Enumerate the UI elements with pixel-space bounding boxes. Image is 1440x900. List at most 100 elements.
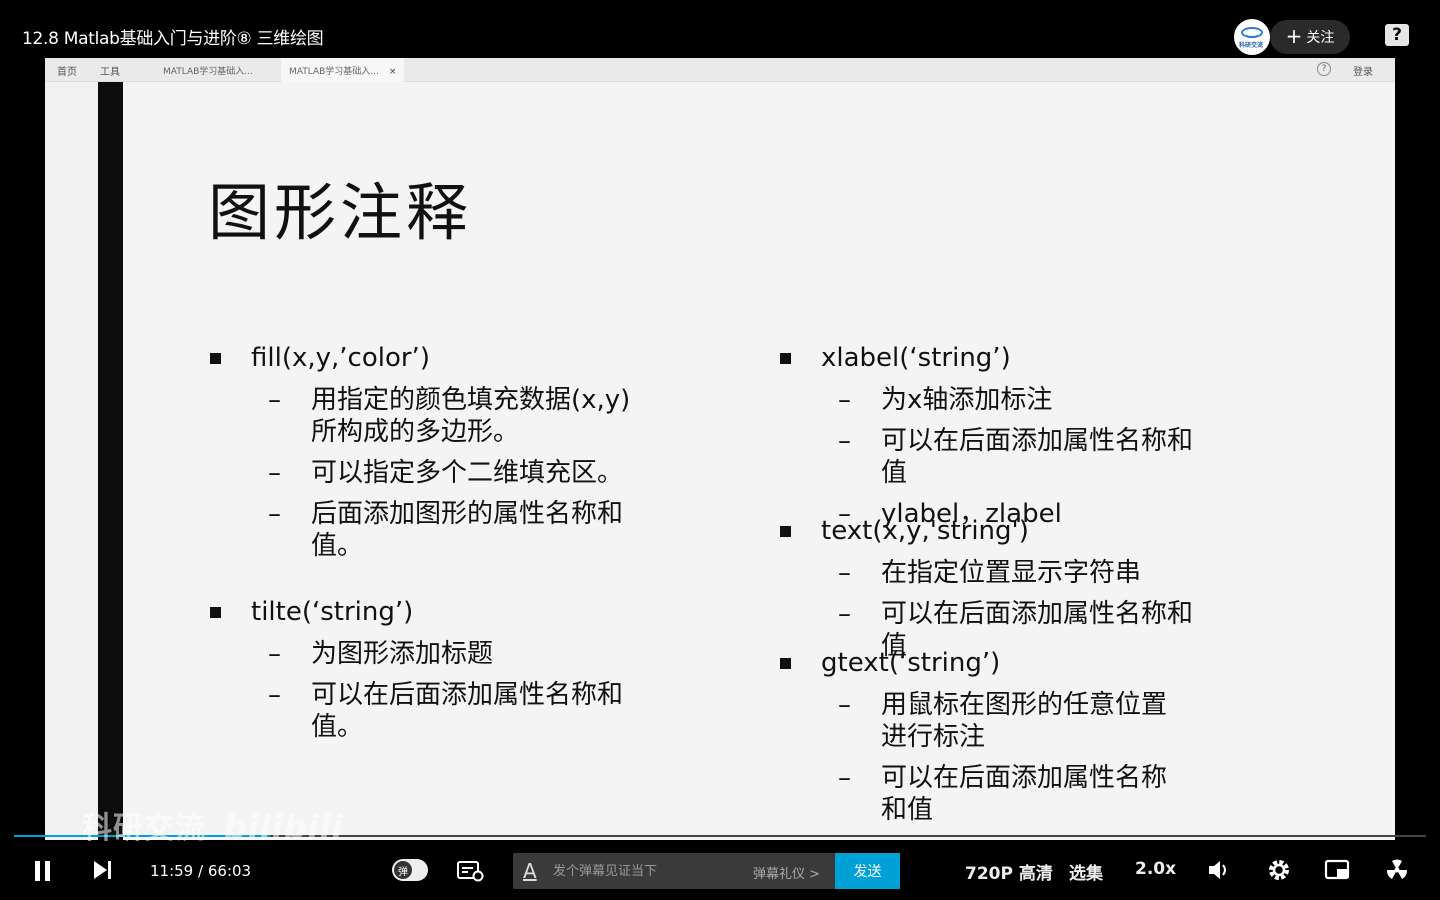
sub-item: – 为图形添加标题 xyxy=(208,638,648,670)
bullet-head-text: text(x,y,'string') xyxy=(821,516,1029,546)
bullet-head-text: fill(x,y,’color’) xyxy=(251,343,430,373)
bullet-title: tilte(‘string’) – 为图形添加标题 – 可以在后面添加属性名称和值。 xyxy=(208,595,648,743)
bullet-square-icon xyxy=(780,353,791,364)
bullet-square-icon xyxy=(210,353,221,364)
app-tab-label: MATLAB学习基础入... xyxy=(163,67,253,77)
danmaku-input[interactable] xyxy=(553,861,743,881)
follow-label: 关注 xyxy=(1306,30,1335,46)
bullet-square-icon xyxy=(780,658,791,669)
sub-item: – 可以在后面添加属性名称和值 xyxy=(778,762,1178,826)
video-title: 12.8 Matlab基础入门与进阶⑧ 三维绘图 xyxy=(22,29,324,49)
speed-selector[interactable]: 2.0x xyxy=(1135,859,1176,879)
sub-item-text: 在指定位置显示字符串 xyxy=(881,558,1142,588)
avatar-label: 科研交流 xyxy=(1239,42,1264,49)
plus-icon: + xyxy=(1285,24,1303,48)
next-icon xyxy=(94,861,111,879)
logo-ring-icon xyxy=(1241,27,1263,38)
dash-icon: – xyxy=(268,385,281,415)
dash-icon: – xyxy=(838,690,851,720)
top-bar: 12.8 Matlab基础入门与进阶⑧ 三维绘图 科研交流 + 关注 ? xyxy=(0,0,1440,58)
sub-item: – 后面添加图形的属性名称和值。 xyxy=(208,498,648,562)
current-time: 11:59 xyxy=(150,862,194,880)
dash-icon: – xyxy=(838,426,851,456)
bullet-head: fill(x,y,’color’) xyxy=(208,341,648,375)
app-toolbar-home: 首页 xyxy=(57,67,77,78)
send-button[interactable]: 发送 xyxy=(835,853,900,889)
slide-side-strip xyxy=(98,82,123,840)
bullet-text: text(x,y,'string') – 在指定位置显示字符串 – 可以在后面添加属… xyxy=(778,514,1218,662)
video-frame[interactable]: 首页 工具 MATLAB学习基础入... MATLAB学习基础入... × ? 登… xyxy=(45,58,1395,840)
sub-item: – 用指定的颜色填充数据(x,y)所构成的多边形。 xyxy=(208,384,648,448)
volume-button[interactable] xyxy=(1206,857,1232,887)
app-help-icon: ? xyxy=(1317,62,1331,76)
slide: 图形注释 fill(x,y,’color’) – 用指定的颜色填充数据(x,y)所… xyxy=(123,82,1395,840)
danmaku-etiquette-link[interactable]: 弹幕礼仪 > xyxy=(753,863,820,882)
danmaku-toggle[interactable]: 弹 xyxy=(392,859,428,881)
bullet-head-text: tilte(‘string’) xyxy=(251,597,414,627)
sub-item-text: 为x轴添加标注 xyxy=(881,385,1053,415)
sub-item: – 可以在后面添加属性名称和值 xyxy=(778,425,1218,489)
time-separator: / xyxy=(198,862,204,880)
uploader-avatar[interactable]: 科研交流 xyxy=(1234,19,1270,55)
text-style-icon[interactable]: A xyxy=(523,859,537,883)
picture-in-picture-button[interactable] xyxy=(1324,857,1352,887)
danmaku-toggle-label: 弹 xyxy=(394,861,412,879)
bullet-head: tilte(‘string’) xyxy=(208,595,648,629)
bilibili-watermark: 科研交流 bilibili xyxy=(82,803,344,847)
dash-icon: – xyxy=(268,499,281,529)
dash-icon: – xyxy=(268,680,281,710)
radiation-icon xyxy=(1386,859,1408,879)
picture-in-picture-icon xyxy=(1324,859,1350,880)
time-display: 11:59 / 66:03 xyxy=(150,862,251,880)
bullet-head: xlabel(‘string’) xyxy=(778,341,1218,375)
bullet-head-text: xlabel(‘string’) xyxy=(821,343,1011,373)
bullet-head-text: gtext(‘string’) xyxy=(821,648,1001,678)
danmaku-settings-icon xyxy=(457,861,484,882)
tab-close-icon: × xyxy=(388,67,397,77)
app-tab: MATLAB学习基础入... xyxy=(155,58,261,82)
watermark-channel: 科研交流 xyxy=(82,811,206,846)
episodes-button[interactable]: 选集 xyxy=(1069,859,1103,884)
settings-button[interactable] xyxy=(1265,856,1293,888)
fullscreen-button[interactable] xyxy=(1383,856,1411,888)
volume-icon xyxy=(1209,861,1226,879)
danmaku-settings-button[interactable] xyxy=(456,859,484,887)
bullet-head: text(x,y,'string') xyxy=(778,514,1218,548)
sub-item: – 可以指定多个二维填充区。 xyxy=(208,457,648,489)
sub-item-text: 可以指定多个二维填充区。 xyxy=(311,458,624,488)
app-tab-label: MATLAB学习基础入... xyxy=(289,67,379,77)
sub-item-text: 后面添加图形的属性名称和值。 xyxy=(311,499,624,561)
sub-item: – 可以在后面添加属性名称和值。 xyxy=(208,679,648,743)
danmaku-input-box: A 弹幕礼仪 > xyxy=(513,853,835,889)
dash-icon: – xyxy=(838,599,851,629)
watermark-brand: bilibili xyxy=(224,808,344,846)
bullet-square-icon xyxy=(210,607,221,618)
bullet-head: gtext(‘string’) xyxy=(778,646,1178,680)
bullet-xlabel: xlabel(‘string’) – 为x轴添加标注 – 可以在后面添加属性名称和值… xyxy=(778,341,1218,530)
sub-item-text: 用鼠标在图形的任意位置进行标注 xyxy=(881,690,1168,752)
app-login: 登录 xyxy=(1353,67,1373,78)
sub-item: – 用鼠标在图形的任意位置进行标注 xyxy=(778,689,1178,753)
sub-item-text: 可以在后面添加属性名称和值 xyxy=(881,763,1168,825)
duration: 66:03 xyxy=(207,862,252,880)
sub-item: – 在指定位置显示字符串 xyxy=(778,557,1218,589)
app-toolbar-tools: 工具 xyxy=(100,67,120,78)
app-tab-active: MATLAB学习基础入... × xyxy=(281,58,405,82)
dash-icon: – xyxy=(268,639,281,669)
follow-button[interactable]: + 关注 xyxy=(1270,20,1350,54)
help-icon[interactable]: ? xyxy=(1385,24,1409,46)
bullet-square-icon xyxy=(780,526,791,537)
gear-icon xyxy=(1269,860,1289,880)
dash-icon: – xyxy=(838,763,851,793)
sub-item-text: 为图形添加标题 xyxy=(311,639,494,669)
slide-title: 图形注释 xyxy=(208,176,473,249)
sub-item-text: 用指定的颜色填充数据(x,y)所构成的多边形。 xyxy=(311,385,631,447)
sub-item-text: 可以在后面添加属性名称和值。 xyxy=(311,680,624,742)
quality-selector[interactable]: 720P 高清 xyxy=(965,859,1053,884)
pause-button[interactable] xyxy=(33,859,53,887)
sub-item-text: 可以在后面添加属性名称和值 xyxy=(881,426,1194,488)
app-toolbar: 首页 工具 MATLAB学习基础入... MATLAB学习基础入... × ? 登… xyxy=(45,58,1395,82)
pause-icon xyxy=(35,861,50,881)
bullet-fill: fill(x,y,’color’) – 用指定的颜色填充数据(x,y)所构成的多边… xyxy=(208,341,648,562)
next-button[interactable] xyxy=(92,859,114,885)
